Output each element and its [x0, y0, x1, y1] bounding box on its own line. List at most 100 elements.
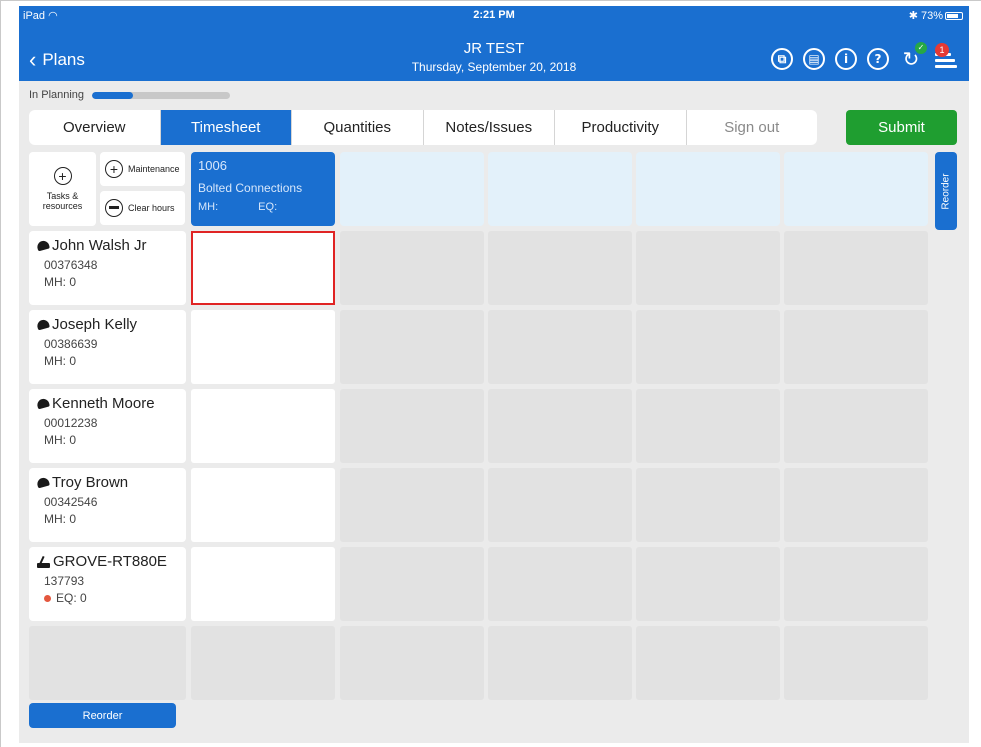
- empty-grid-cell: [784, 310, 928, 384]
- task-column-header[interactable]: 1006 Bolted Connections MH: EQ:: [191, 152, 335, 226]
- task-mh-label: MH:: [198, 201, 219, 213]
- status-bar: iPad ◠ 2:21 PM ✱ 73%: [19, 6, 969, 24]
- empty-grid-cell: [488, 547, 632, 621]
- notification-badge: 1: [935, 43, 949, 57]
- empty-grid-cell: [488, 310, 632, 384]
- tab-overview[interactable]: Overview: [29, 110, 161, 145]
- resource-name: Troy Brown: [36, 474, 178, 491]
- empty-task-header[interactable]: [488, 152, 632, 226]
- help-icon[interactable]: ?: [867, 48, 889, 70]
- resource-id: 00012238: [44, 416, 98, 430]
- tasks-resources-label: Tasks & resources: [42, 191, 83, 211]
- empty-grid-cell: [636, 310, 780, 384]
- empty-grid-cell: [784, 468, 928, 542]
- resource-card[interactable]: Troy Brown 00342546 MH: 0: [29, 468, 186, 542]
- trash-icon[interactable]: ▤: [803, 48, 825, 70]
- status-dot-icon: [44, 594, 51, 602]
- empty-grid-cell: [636, 626, 780, 700]
- plus-circle-icon: +: [53, 167, 72, 185]
- crane-icon: [37, 555, 50, 568]
- maintenance-button[interactable]: + Maintenance: [100, 152, 185, 186]
- battery-icon: [945, 12, 963, 21]
- resource-hours: MH: 0: [44, 354, 77, 368]
- empty-grid-cell: [636, 231, 780, 305]
- battery-status: ✱ 73%: [909, 9, 963, 22]
- resource-name: Joseph Kelly: [36, 316, 178, 333]
- empty-grid-cell: [488, 389, 632, 463]
- empty-grid-cell: [340, 547, 484, 621]
- empty-grid-cell: [784, 231, 928, 305]
- tab-sign-out[interactable]: Sign out: [687, 110, 818, 145]
- empty-grid-cell: [784, 626, 928, 700]
- task-hours: MH: EQ:: [198, 201, 328, 213]
- resource-card[interactable]: Joseph Kelly 00386639 MH: 0: [29, 310, 186, 384]
- empty-grid-cell: [340, 231, 484, 305]
- timesheet-cell[interactable]: [191, 547, 335, 621]
- tab-bar: Overview Timesheet Quantities Notes/Issu…: [29, 110, 817, 145]
- timesheet-cell[interactable]: [191, 231, 335, 305]
- resource-id: 00376348: [44, 258, 98, 272]
- check-icon: ✓: [915, 42, 927, 54]
- task-eq-label: EQ:: [258, 201, 278, 213]
- timesheet-cell[interactable]: [191, 389, 335, 463]
- hard-hat-icon: [36, 239, 50, 252]
- reorder-rows-button[interactable]: Reorder: [29, 703, 176, 728]
- resource-card[interactable]: Kenneth Moore 00012238 MH: 0: [29, 389, 186, 463]
- ipad-screen: iPad ◠ 2:21 PM ✱ 73% ‹ Plans JR TEST Thu…: [19, 6, 969, 743]
- clear-hours-button[interactable]: Clear hours: [100, 191, 185, 225]
- tab-notes-issues[interactable]: Notes/Issues: [424, 110, 555, 145]
- tab-timesheet[interactable]: Timesheet: [160, 110, 292, 145]
- resource-name: GROVE-RT880E: [37, 553, 178, 570]
- hard-hat-icon: [36, 318, 50, 331]
- reorder-side-label: Reorder: [940, 172, 952, 210]
- copy-icon[interactable]: ⧉: [771, 48, 793, 70]
- resource-name: Kenneth Moore: [36, 395, 178, 412]
- task-name: Bolted Connections: [198, 181, 303, 195]
- empty-task-header[interactable]: [784, 152, 928, 226]
- resource-id: 00386639: [44, 337, 98, 351]
- empty-task-header[interactable]: [636, 152, 780, 226]
- menu-icon[interactable]: 1: [933, 43, 959, 70]
- tab-quantities[interactable]: Quantities: [292, 110, 424, 145]
- empty-grid-cell: [488, 231, 632, 305]
- timesheet-cell[interactable]: [191, 310, 335, 384]
- hard-hat-icon: [36, 476, 50, 489]
- empty-task-header[interactable]: [340, 152, 484, 226]
- empty-grid-cell: [784, 547, 928, 621]
- resource-hours: EQ: 0: [37, 591, 178, 605]
- empty-grid-cell: [340, 626, 484, 700]
- bluetooth-icon: ✱: [908, 10, 918, 22]
- empty-grid-cell: [29, 626, 186, 700]
- resource-hours: MH: 0: [44, 275, 77, 289]
- tasks-resources-button[interactable]: + Tasks & resources: [29, 152, 96, 226]
- resource-hours: MH: 0: [44, 433, 77, 447]
- plus-circle-icon: +: [105, 160, 123, 178]
- info-icon[interactable]: i: [835, 48, 857, 70]
- timesheet-cell[interactable]: [191, 468, 335, 542]
- reorder-columns-button[interactable]: Reorder: [935, 152, 957, 230]
- empty-grid-cell: [784, 389, 928, 463]
- sync-icon[interactable]: ↻ ✓: [899, 42, 927, 70]
- empty-grid-cell: [636, 468, 780, 542]
- submit-button[interactable]: Submit: [846, 110, 957, 145]
- empty-grid-cell: [636, 547, 780, 621]
- empty-grid-cell: [340, 468, 484, 542]
- empty-grid-cell: [340, 389, 484, 463]
- resource-card[interactable]: GROVE-RT880E 137793 EQ: 0: [29, 547, 186, 621]
- resource-name: John Walsh Jr: [36, 237, 178, 254]
- resource-id: 00342546: [44, 495, 98, 509]
- empty-grid-cell: [488, 468, 632, 542]
- maintenance-label: Maintenance: [128, 164, 180, 174]
- progress-bar: [92, 91, 231, 99]
- progress-label: In Planning: [29, 89, 85, 101]
- plan-progress: In Planning: [29, 89, 231, 101]
- hard-hat-icon: [36, 397, 50, 410]
- clear-hours-label: Clear hours: [128, 203, 175, 213]
- resource-card[interactable]: John Walsh Jr 00376348 MH: 0: [29, 231, 186, 305]
- empty-grid-cell: [191, 626, 335, 700]
- tab-productivity[interactable]: Productivity: [555, 110, 687, 145]
- status-time: 2:21 PM: [473, 9, 515, 21]
- empty-grid-cell: [636, 389, 780, 463]
- empty-grid-cell: [340, 310, 484, 384]
- task-number: 1006: [198, 158, 227, 173]
